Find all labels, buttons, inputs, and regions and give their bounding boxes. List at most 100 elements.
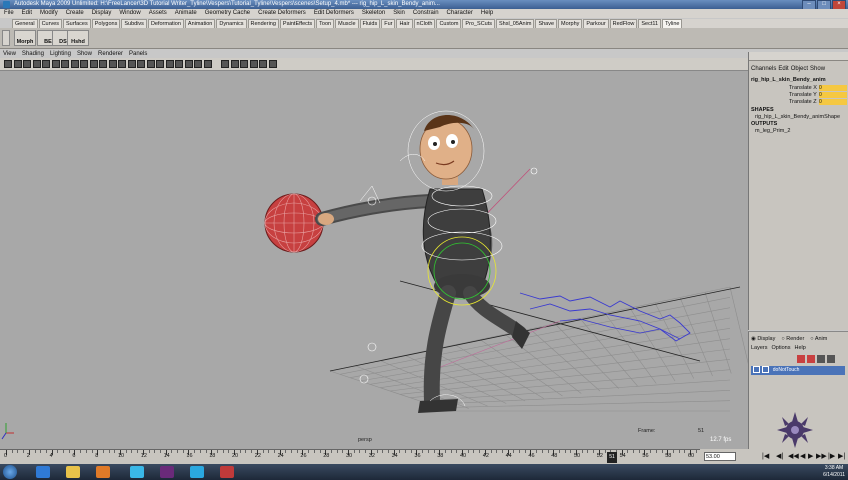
ie-icon[interactable] <box>36 466 50 478</box>
shelf-tab-pro-scuts[interactable]: Pro_SCuts <box>462 19 496 28</box>
play-backward-button[interactable]: ◀ <box>800 452 805 461</box>
viewport-tool-icon[interactable] <box>268 60 277 68</box>
maximize-button[interactable]: □ <box>817 0 831 9</box>
template-toggle[interactable] <box>762 366 770 374</box>
shelf-tab-shsl-05anim[interactable]: Shsl_05Anim <box>496 19 535 28</box>
step-back-key-button[interactable]: ◀| <box>776 452 783 461</box>
shelf-tab-muscle[interactable]: Muscle <box>335 19 359 28</box>
viewport-tool-icon[interactable] <box>4 60 12 68</box>
viewport-tool-icon[interactable] <box>184 60 193 68</box>
shelf-tab-deformation[interactable]: Deformation <box>147 19 184 28</box>
layers-menu[interactable]: Layers <box>751 345 768 351</box>
viewport-tool-icon[interactable] <box>240 60 248 68</box>
layer-item[interactable]: doNotTouch <box>751 366 845 375</box>
viewport-tool-icon[interactable] <box>70 60 79 68</box>
shelf-tab-subdivs[interactable]: Subdivs <box>121 19 147 28</box>
viewport-tool-icon[interactable] <box>165 60 174 68</box>
shelf-tab-fluids[interactable]: Fluids <box>359 19 381 28</box>
shelf-tab-parkour[interactable]: Parkour <box>583 19 609 28</box>
viewport-tool-icon[interactable] <box>32 60 41 68</box>
viewport-tool-icon[interactable] <box>127 60 136 68</box>
time-slider[interactable]: 0 2 4 6 8 10 12 14 16 18 20 22 24 26 28 30 32 34 36 38 40 42 4… <box>0 449 748 465</box>
show-menu[interactable]: Show <box>810 66 825 72</box>
new-layer-selected-icon[interactable] <box>807 355 815 363</box>
attr-translate-x-field[interactable]: 0 <box>819 85 847 91</box>
viewport-tool-icon[interactable] <box>156 60 164 68</box>
viewport-tool-icon[interactable] <box>61 60 69 68</box>
shelf-tab-surfaces[interactable]: Surfaces <box>63 19 91 28</box>
viewport-tool-icon[interactable] <box>230 60 239 68</box>
menu-modify[interactable]: Modify <box>36 9 62 18</box>
skype-icon[interactable] <box>190 466 204 478</box>
layer-up-icon[interactable] <box>817 355 825 363</box>
shelf-tab-fur[interactable]: Fur <box>381 19 396 28</box>
close-button[interactable]: × <box>832 0 846 9</box>
firefox-icon[interactable] <box>96 466 110 478</box>
menu-skeleton[interactable]: Skeleton <box>358 9 389 18</box>
viewport-tool-icon[interactable] <box>23 60 31 68</box>
shelf-tab-custom[interactable]: Custom <box>436 19 462 28</box>
viewport-tool-icon[interactable] <box>221 60 229 68</box>
step-forward-frame-button[interactable]: ▶▶ <box>816 452 827 461</box>
character-rig[interactable] <box>315 110 538 413</box>
viewport-tool-icon[interactable] <box>203 60 212 68</box>
layer-down-icon[interactable] <box>827 355 835 363</box>
go-to-end-button[interactable]: ▶| <box>838 452 845 461</box>
shelf-tab-dynamics[interactable]: Dynamics <box>216 19 247 28</box>
viewport-tool-icon[interactable] <box>51 60 60 68</box>
viewport-tool-icon[interactable] <box>99 60 107 68</box>
explorer-icon[interactable] <box>66 466 80 478</box>
menu-edit[interactable]: Edit <box>18 9 36 18</box>
viewport-tool-icon[interactable] <box>118 60 126 68</box>
ball-object[interactable] <box>264 193 324 253</box>
menu-file[interactable]: File <box>0 9 18 18</box>
taskbar-clock[interactable]: 3:38 AM 6/14/2011 <box>823 465 845 479</box>
output-name[interactable]: m_leg_Prim_2 <box>755 128 790 134</box>
viewport-tool-icon[interactable] <box>259 60 267 68</box>
new-layer-icon[interactable] <box>797 355 805 363</box>
shelf-tab-redflow[interactable]: RedFlow <box>609 19 638 28</box>
help-menu[interactable]: Help <box>794 345 805 351</box>
render-radio[interactable]: ○ Render <box>781 336 804 342</box>
menu-animate[interactable]: Animate <box>171 9 201 18</box>
menu-edit-deformers[interactable]: Edit Deformers <box>310 9 358 18</box>
viewport-tool-icon[interactable] <box>194 60 202 68</box>
shelf-tab-polygons[interactable]: Polygons <box>91 19 121 28</box>
shelf-button-morph[interactable]: Morph <box>14 30 36 46</box>
step-back-frame-button[interactable]: ◀◀ <box>788 452 799 461</box>
viewport-tool-icon[interactable] <box>89 60 98 68</box>
shelf-tab-painteffects[interactable]: PaintEffects <box>279 19 316 28</box>
perspective-viewport[interactable]: persp Frame: 51 12.7 fps <box>0 71 748 449</box>
shelf-tab-rendering[interactable]: Rendering <box>247 19 279 28</box>
shelf-tab-ncloth[interactable]: nCloth <box>413 19 436 28</box>
shelf-tab-animation[interactable]: Animation <box>184 19 216 28</box>
shelf-tab-tyline[interactable]: Tyline <box>662 19 683 28</box>
shelf-tab-shave[interactable]: Shave <box>535 19 558 28</box>
minimize-button[interactable]: – <box>802 0 816 9</box>
shape-name[interactable]: rig_hip_L_skin_Bendy_animShape <box>755 114 840 120</box>
shelf-tab-curves[interactable]: Curves <box>38 19 62 28</box>
channels-menu[interactable]: Channels <box>751 66 776 72</box>
object-name[interactable]: rig_hip_L_skin_Bendy_anim <box>751 77 826 83</box>
attr-translate-z-field[interactable]: 0 <box>819 99 847 105</box>
play-forward-button[interactable]: ▶ <box>808 452 813 461</box>
viewport-tool-icon[interactable] <box>13 60 22 68</box>
menu-assets[interactable]: Assets <box>145 9 171 18</box>
menu-create-deformers[interactable]: Create Deformers <box>254 9 310 18</box>
viewport-tool-icon[interactable] <box>175 60 183 68</box>
options-menu[interactable]: Options <box>772 345 791 351</box>
menu-character[interactable]: Character <box>443 9 477 18</box>
shelf-tab-sect11[interactable]: Sect11 <box>638 19 662 28</box>
menu-skin[interactable]: Skin <box>389 9 409 18</box>
shelf-tab-morphy[interactable]: Morphy <box>558 19 583 28</box>
attr-translate-y-field[interactable]: 0 <box>819 92 847 98</box>
visibility-toggle[interactable] <box>753 366 760 374</box>
current-frame-marker[interactable]: 51 <box>607 452 617 463</box>
viewport-tool-icon[interactable] <box>146 60 155 68</box>
menu-help[interactable]: Help <box>477 9 497 18</box>
viewport-tool-icon[interactable] <box>80 60 88 68</box>
step-forward-key-button[interactable]: |▶ <box>828 452 835 461</box>
go-to-start-button[interactable]: |◀ <box>762 452 769 461</box>
viewport-tool-icon[interactable] <box>137 60 145 68</box>
menu-display[interactable]: Display <box>88 9 116 18</box>
